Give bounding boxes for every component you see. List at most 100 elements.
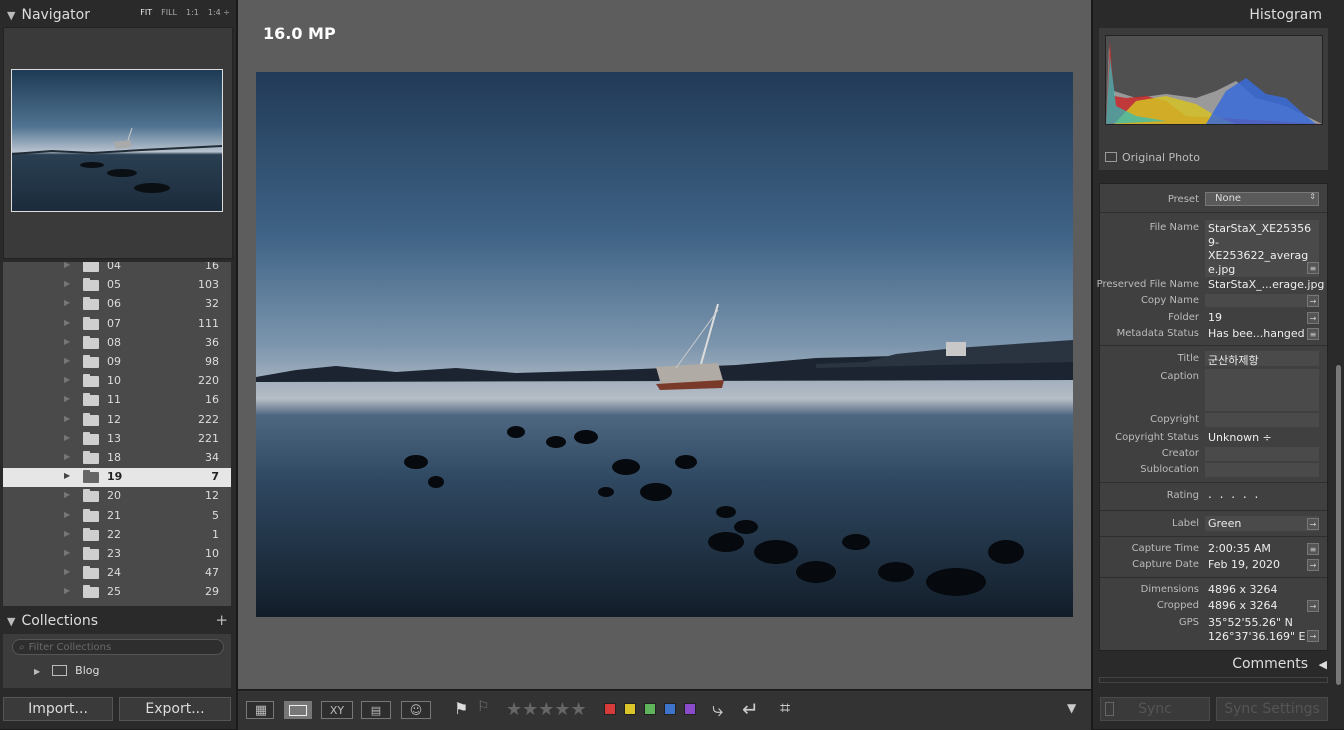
folder-row[interactable]: ▶ 23 10 [3, 545, 231, 564]
rotate-left-icon[interactable]: ⤷ [712, 697, 723, 721]
collapse-triangle-icon: ▼ [7, 8, 16, 22]
star-rating[interactable]: ★★★★★ [506, 699, 587, 720]
folder-icon [83, 316, 99, 330]
people-view-button[interactable]: ☺ [401, 701, 431, 719]
folder-name: 08 [107, 335, 121, 349]
color-label-swatch[interactable] [664, 703, 676, 715]
folder-row[interactable]: ▶ 12 222 [3, 411, 231, 430]
grid-view-button[interactable]: ▦ [246, 701, 274, 719]
expand-triangle-icon[interactable]: ▶ [64, 318, 70, 327]
flag-icon[interactable]: ⚑ [454, 699, 468, 718]
expand-triangle-icon[interactable]: ▶ [64, 529, 70, 538]
right-panel-scrollbar[interactable] [1336, 365, 1341, 685]
folder-row[interactable]: ▶ 04 16 [3, 262, 231, 276]
cropped-label: Cropped [1156, 600, 1199, 611]
expand-triangle-icon[interactable]: ▶ [64, 510, 70, 519]
divider [1100, 482, 1327, 483]
collection-filter-input[interactable]: ⌕ Filter Collections [12, 639, 224, 655]
expand-triangle-icon[interactable]: ▶ [64, 262, 70, 269]
color-label-swatch[interactable] [604, 703, 616, 715]
sublocation-field[interactable] [1205, 463, 1319, 477]
folder-row[interactable]: ▶ 11 16 [3, 391, 231, 410]
main-photo[interactable] [256, 72, 1073, 617]
capture-date-arrow-icon[interactable]: → [1307, 559, 1319, 571]
crop-overlay-icon[interactable]: ⌗ [780, 698, 790, 719]
folder-row[interactable]: ▶ 24 47 [3, 564, 231, 583]
navigator-thumbnail[interactable] [11, 69, 223, 212]
folder-row[interactable]: ▶ 07 111 [3, 315, 231, 334]
folder-row[interactable]: ▶ 09 98 [3, 353, 231, 372]
folder-row[interactable]: ▶ 19 7 [3, 468, 231, 488]
expand-triangle-icon[interactable]: ▶ [64, 375, 70, 384]
file-name-line: e.jpg [1208, 262, 1236, 276]
original-photo-toggle[interactable]: Original Photo [1105, 151, 1200, 164]
add-collection-icon[interactable]: + [215, 611, 228, 629]
metadata-status-icon[interactable]: ≡ [1307, 328, 1319, 340]
collection-item[interactable]: ▶ Blog [34, 664, 99, 677]
expand-triangle-icon[interactable]: ▶ [64, 279, 70, 288]
capture-time-icon[interactable]: ≡ [1307, 543, 1319, 555]
folder-row[interactable]: ▶ 18 34 [3, 449, 231, 468]
reject-flag-icon[interactable]: ⚐ [477, 699, 490, 715]
gps-arrow-icon[interactable]: → [1307, 630, 1319, 642]
rating-value[interactable]: . . . . . [1208, 487, 1260, 501]
preset-select[interactable]: None ⇕ [1205, 192, 1319, 206]
expand-triangle-icon[interactable]: ▶ [64, 298, 70, 307]
dimensions-value: 4896 x 3264 [1208, 583, 1278, 596]
copyright-status-select[interactable]: Unknown ÷ [1208, 431, 1272, 444]
zoom-fill[interactable]: FILL [161, 8, 177, 17]
expand-triangle-icon[interactable]: ▶ [64, 337, 70, 346]
caption-field[interactable] [1205, 369, 1319, 411]
sync-settings-button[interactable]: Sync Settings [1216, 697, 1328, 721]
color-label-swatch[interactable] [644, 703, 656, 715]
folder-row[interactable]: ▶ 05 103 [3, 276, 231, 295]
folder-row[interactable]: ▶ 13 221 [3, 430, 231, 449]
folder-row[interactable]: ▶ 20 12 [3, 487, 231, 506]
folder-row[interactable]: ▶ 22 1 [3, 526, 231, 545]
expand-triangle-icon[interactable]: ▶ [64, 567, 70, 576]
expand-triangle-icon[interactable]: ▶ [64, 548, 70, 557]
folder-arrow-icon[interactable]: → [1307, 312, 1319, 324]
expand-triangle-icon[interactable]: ▶ [64, 356, 70, 365]
sync-button[interactable]: Sync [1100, 697, 1210, 721]
expand-triangle-icon[interactable]: ▶ [64, 490, 70, 499]
folder-row[interactable]: ▶ 08 36 [3, 334, 231, 353]
original-photo-checkbox[interactable] [1105, 152, 1117, 162]
copy-name-arrow-icon[interactable]: → [1307, 295, 1319, 307]
folder-row[interactable]: ▶ 21 5 [3, 507, 231, 526]
import-button[interactable]: Import... [3, 697, 113, 721]
color-label-swatch[interactable] [684, 703, 696, 715]
expand-triangle-icon[interactable]: ▶ [64, 471, 70, 480]
label-arrow-icon[interactable]: → [1307, 518, 1319, 530]
folder-row[interactable]: ▶ 10 220 [3, 372, 231, 391]
zoom-fit[interactable]: FIT [140, 8, 152, 17]
expand-triangle-icon[interactable]: ▶ [64, 414, 70, 423]
rotate-right-icon[interactable]: ↵ [742, 697, 759, 721]
folder-row[interactable]: ▶ 25 29 [3, 583, 231, 602]
comments-header[interactable]: Comments ◀ [1232, 656, 1327, 672]
file-name-list-icon[interactable]: ≡ [1307, 262, 1319, 274]
zoom-1-4[interactable]: 1:4 ÷ [208, 8, 230, 17]
expand-triangle-icon[interactable]: ▶ [64, 394, 70, 403]
expand-triangle-icon[interactable]: ▶ [34, 667, 40, 676]
histogram-title[interactable]: Histogram [1249, 7, 1322, 23]
toolbar-menu-chevron-icon[interactable]: ▼ [1067, 701, 1076, 715]
sync-switch-icon [1105, 702, 1114, 716]
expand-triangle-icon[interactable]: ▶ [64, 452, 70, 461]
folder-name: 20 [107, 489, 121, 503]
zoom-1-1[interactable]: 1:1 [186, 8, 199, 17]
color-label-swatch[interactable] [624, 703, 636, 715]
copy-name-field[interactable] [1205, 294, 1319, 307]
folder-row[interactable]: ▶ 06 32 [3, 295, 231, 314]
survey-view-button[interactable]: ▤ [361, 701, 391, 719]
copyright-field[interactable] [1205, 413, 1319, 427]
navigator-header[interactable]: ▼ Navigator FIT FILL 1:1 1:4 ÷ [0, 2, 236, 28]
expand-triangle-icon[interactable]: ▶ [64, 433, 70, 442]
compare-view-button[interactable]: XY [321, 701, 353, 719]
collections-header[interactable]: ▼ Collections + [0, 608, 236, 634]
cropped-arrow-icon[interactable]: → [1307, 600, 1319, 612]
loupe-view-button[interactable] [284, 701, 312, 719]
creator-field[interactable] [1205, 447, 1319, 461]
expand-triangle-icon[interactable]: ▶ [64, 586, 70, 595]
export-button[interactable]: Export... [119, 697, 231, 721]
